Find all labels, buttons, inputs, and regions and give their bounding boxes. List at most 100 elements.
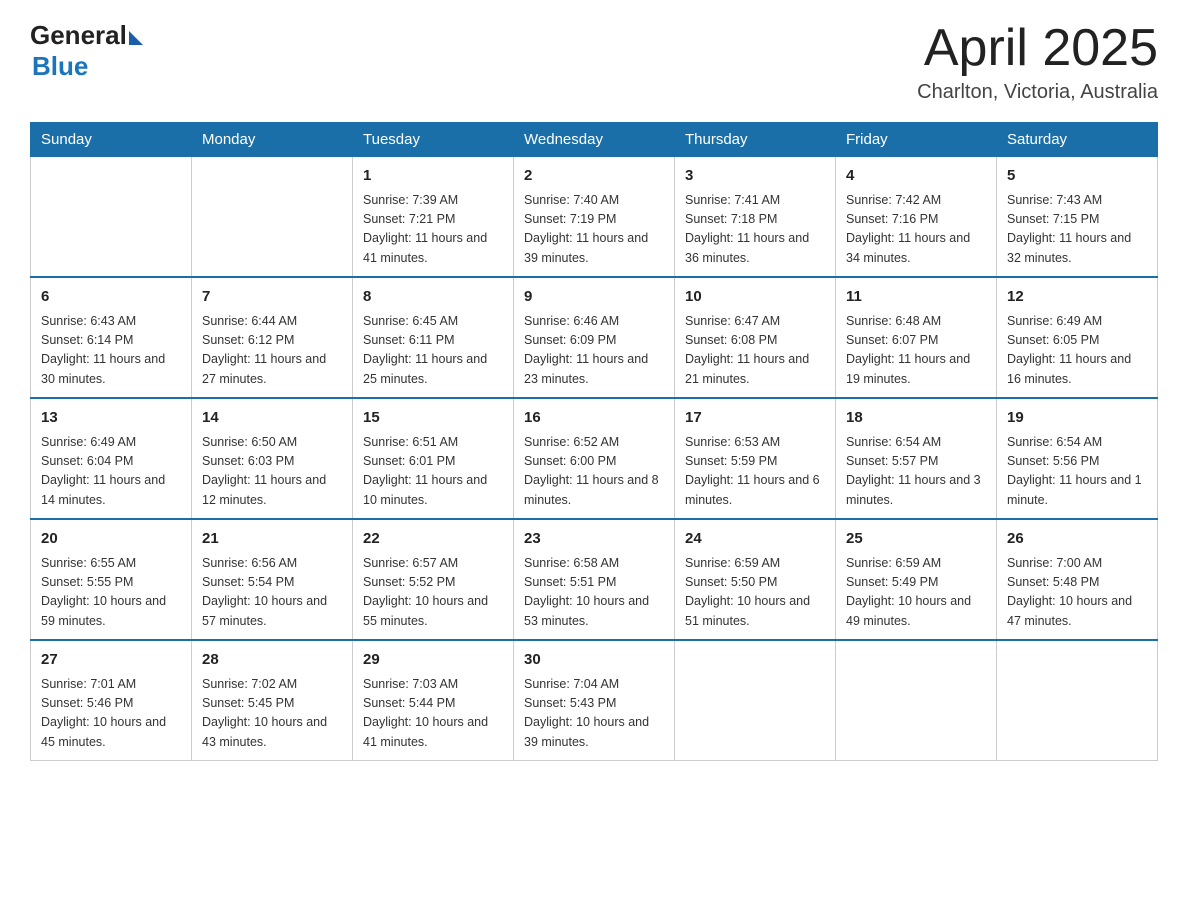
day-number: 4 [846,165,986,188]
col-saturday: Saturday [997,123,1158,157]
calendar-week-row: 27Sunrise: 7:01 AMSunset: 5:46 PMDayligh… [31,640,1158,761]
table-row: 11Sunrise: 6:48 AMSunset: 6:07 PMDayligh… [836,277,997,398]
day-info: Sunrise: 6:44 AMSunset: 6:12 PMDaylight:… [202,312,342,390]
day-info: Sunrise: 7:43 AMSunset: 7:15 PMDaylight:… [1007,191,1147,269]
table-row: 18Sunrise: 6:54 AMSunset: 5:57 PMDayligh… [836,398,997,519]
logo-arrow-icon [129,31,143,45]
table-row: 15 Sunrise: 6:51 AMSunset: 6:01 PMDayligh… [353,398,514,519]
table-row: 7 Sunrise: 6:44 AMSunset: 6:12 PMDaylight… [192,277,353,398]
table-row: 17Sunrise: 6:53 AMSunset: 5:59 PMDayligh… [675,398,836,519]
day-number: 2 [524,165,664,188]
day-info: Sunrise: 6:52 AMSunset: 6:00 PMDaylight:… [524,433,664,511]
table-row: 23Sunrise: 6:58 AMSunset: 5:51 PMDayligh… [514,519,675,640]
day-number: 12 [1007,286,1147,309]
table-row: 28 Sunrise: 7:02 AMSunset: 5:45 PMDayligh… [192,640,353,761]
table-row: 30Sunrise: 7:04 AMSunset: 5:43 PMDayligh… [514,640,675,761]
day-number: 6 [41,286,181,309]
day-info: Sunrise: 6:57 AMSunset: 5:52 PMDaylight:… [363,554,503,632]
table-row: 25Sunrise: 6:59 AMSunset: 5:49 PMDayligh… [836,519,997,640]
day-number: 1 [363,165,503,188]
day-number: 15 [363,407,503,430]
table-row [31,157,192,278]
day-number: 17 [685,407,825,430]
day-info: Sunrise: 6:51 AMSunset: 6:01 PMDaylight:… [363,433,503,511]
day-number: 24 [685,528,825,551]
day-number: 22 [363,528,503,551]
col-monday: Monday [192,123,353,157]
table-row: 16 Sunrise: 6:52 AMSunset: 6:00 PMDayligh… [514,398,675,519]
table-row: 8 Sunrise: 6:45 AMSunset: 6:11 PMDaylight… [353,277,514,398]
day-info: Sunrise: 6:45 AMSunset: 6:11 PMDaylight:… [363,312,503,390]
day-number: 3 [685,165,825,188]
table-row: 3Sunrise: 7:41 AMSunset: 7:18 PMDaylight… [675,157,836,278]
table-row: 12 Sunrise: 6:49 AMSunset: 6:05 PMDayligh… [997,277,1158,398]
day-info: Sunrise: 7:02 AMSunset: 5:45 PMDaylight:… [202,675,342,753]
day-number: 10 [685,286,825,309]
table-row: 14 Sunrise: 6:50 AMSunset: 6:03 PMDayligh… [192,398,353,519]
table-row [997,640,1158,761]
table-row: 19Sunrise: 6:54 AMSunset: 5:56 PMDayligh… [997,398,1158,519]
day-info: Sunrise: 7:03 AMSunset: 5:44 PMDaylight:… [363,675,503,753]
table-row: 2 Sunrise: 7:40 AMSunset: 7:19 PMDaylight… [514,157,675,278]
location-title: Charlton, Victoria, Australia [917,81,1158,104]
table-row: 5 Sunrise: 7:43 AMSunset: 7:15 PMDaylight… [997,157,1158,278]
day-info: Sunrise: 7:42 AMSunset: 7:16 PMDaylight:… [846,191,986,269]
day-number: 27 [41,649,181,672]
day-info: Sunrise: 6:54 AMSunset: 5:57 PMDaylight:… [846,433,986,511]
table-row: 10 Sunrise: 6:47 AMSunset: 6:08 PMDayligh… [675,277,836,398]
calendar-header-row: Sunday Monday Tuesday Wednesday Thursday… [31,123,1158,157]
day-info: Sunrise: 6:49 AMSunset: 6:04 PMDaylight:… [41,433,181,511]
day-number: 30 [524,649,664,672]
day-info: Sunrise: 6:47 AMSunset: 6:08 PMDaylight:… [685,312,825,390]
day-info: Sunrise: 6:56 AMSunset: 5:54 PMDaylight:… [202,554,342,632]
day-number: 14 [202,407,342,430]
day-number: 5 [1007,165,1147,188]
table-row: 29 Sunrise: 7:03 AMSunset: 5:44 PMDayligh… [353,640,514,761]
table-row: 21 Sunrise: 6:56 AMSunset: 5:54 PMDayligh… [192,519,353,640]
col-sunday: Sunday [31,123,192,157]
day-number: 29 [363,649,503,672]
table-row: 13 Sunrise: 6:49 AMSunset: 6:04 PMDayligh… [31,398,192,519]
day-number: 9 [524,286,664,309]
day-info: Sunrise: 7:40 AMSunset: 7:19 PMDaylight:… [524,191,664,269]
day-info: Sunrise: 7:39 AMSunset: 7:21 PMDaylight:… [363,191,503,269]
day-number: 7 [202,286,342,309]
day-number: 21 [202,528,342,551]
day-number: 26 [1007,528,1147,551]
day-number: 28 [202,649,342,672]
logo-blue-text: Blue [32,51,143,82]
calendar-week-row: 1 Sunrise: 7:39 AMSunset: 7:21 PMDaylight… [31,157,1158,278]
table-row: 20Sunrise: 6:55 AMSunset: 5:55 PMDayligh… [31,519,192,640]
day-info: Sunrise: 6:50 AMSunset: 6:03 PMDaylight:… [202,433,342,511]
col-wednesday: Wednesday [514,123,675,157]
day-number: 11 [846,286,986,309]
table-row [675,640,836,761]
day-info: Sunrise: 6:54 AMSunset: 5:56 PMDaylight:… [1007,433,1147,511]
table-row: 1 Sunrise: 7:39 AMSunset: 7:21 PMDaylight… [353,157,514,278]
day-info: Sunrise: 6:59 AMSunset: 5:50 PMDaylight:… [685,554,825,632]
calendar-week-row: 6Sunrise: 6:43 AMSunset: 6:14 PMDaylight… [31,277,1158,398]
table-row [836,640,997,761]
col-friday: Friday [836,123,997,157]
month-year-title: April 2025 [917,20,1158,77]
day-info: Sunrise: 6:59 AMSunset: 5:49 PMDaylight:… [846,554,986,632]
table-row: 9 Sunrise: 6:46 AMSunset: 6:09 PMDaylight… [514,277,675,398]
day-number: 13 [41,407,181,430]
table-row: 6Sunrise: 6:43 AMSunset: 6:14 PMDaylight… [31,277,192,398]
day-info: Sunrise: 6:49 AMSunset: 6:05 PMDaylight:… [1007,312,1147,390]
page-header: General Blue April 2025 Charlton, Victor… [30,20,1158,104]
logo-general-text: General [30,20,127,51]
calendar-week-row: 20Sunrise: 6:55 AMSunset: 5:55 PMDayligh… [31,519,1158,640]
table-row: 27Sunrise: 7:01 AMSunset: 5:46 PMDayligh… [31,640,192,761]
day-number: 8 [363,286,503,309]
calendar-week-row: 13 Sunrise: 6:49 AMSunset: 6:04 PMDayligh… [31,398,1158,519]
calendar-table: Sunday Monday Tuesday Wednesday Thursday… [30,122,1158,761]
table-row: 22 Sunrise: 6:57 AMSunset: 5:52 PMDayligh… [353,519,514,640]
col-thursday: Thursday [675,123,836,157]
logo: General Blue [30,20,143,82]
day-number: 16 [524,407,664,430]
day-info: Sunrise: 6:55 AMSunset: 5:55 PMDaylight:… [41,554,181,632]
day-info: Sunrise: 6:46 AMSunset: 6:09 PMDaylight:… [524,312,664,390]
title-block: April 2025 Charlton, Victoria, Australia [917,20,1158,104]
table-row: 24 Sunrise: 6:59 AMSunset: 5:50 PMDayligh… [675,519,836,640]
